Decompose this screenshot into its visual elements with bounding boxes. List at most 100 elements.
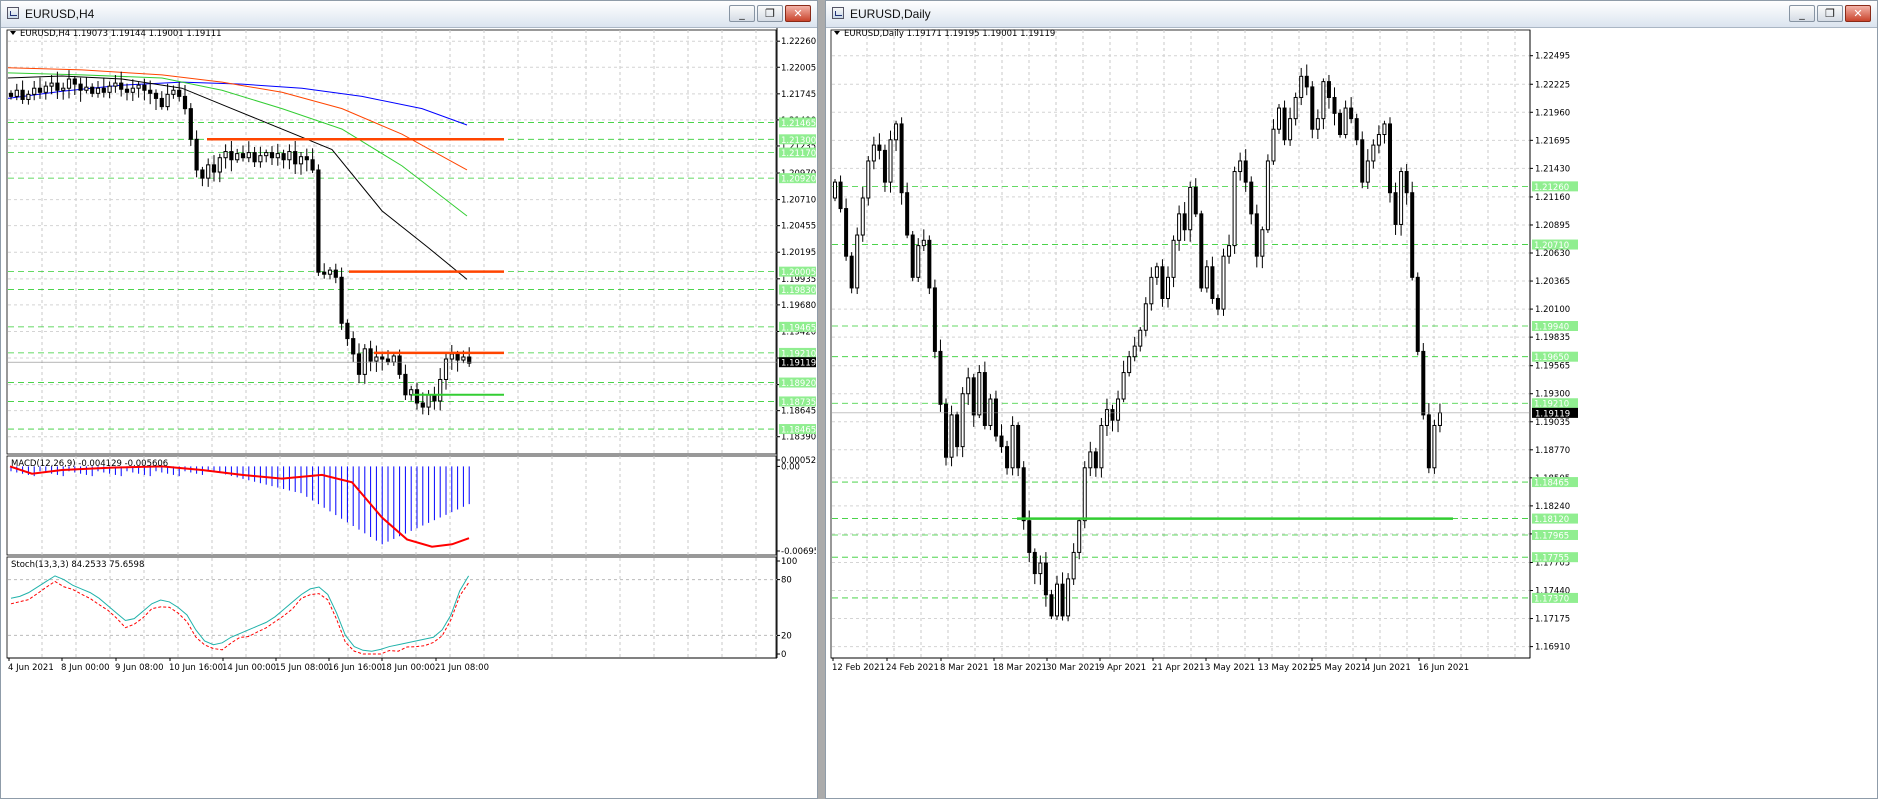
h4-candle [426, 394, 431, 408]
price-axis-label: 1.20710 [781, 196, 816, 206]
daily-candle [1227, 245, 1232, 257]
minimize-button[interactable]: _ [729, 5, 755, 22]
price-axis-label: 1.19680 [781, 301, 816, 311]
daily-candle [1010, 424, 1015, 469]
daily-candle [871, 144, 876, 162]
h4-candle [37, 87, 43, 93]
price-axis-label: 1.21430 [1535, 164, 1570, 174]
daily-candle [1182, 213, 1187, 231]
h4-candle [211, 164, 217, 173]
daily-candle [1437, 412, 1442, 426]
time-axis-label: 16 Jun 16:00 [328, 663, 382, 673]
daily-candle [1121, 372, 1126, 400]
daily-candle [1193, 186, 1198, 215]
daily-candle [1215, 298, 1220, 310]
daily-candle [921, 239, 926, 247]
close-button[interactable]: ✕ [785, 5, 811, 22]
daily-candle [1127, 356, 1132, 374]
macd-axis-label: -0.006952 [781, 547, 816, 557]
h4-candle [322, 271, 327, 275]
price-level-label: 1.20005 [781, 268, 816, 278]
minimize-button[interactable]: _ [1789, 5, 1815, 22]
time-axis-label: 12 Feb 2021 [832, 663, 885, 673]
h4-candle [95, 87, 101, 94]
right-chart-window[interactable]: EURUSD,Daily _ ❐ ✕ 1.22495 1.22225 1.21960… [825, 0, 1878, 799]
daily-candle [1238, 160, 1243, 173]
daily-candle [1055, 583, 1059, 617]
daily-candle [1315, 118, 1320, 130]
price-axis-label: 1.18240 [1535, 502, 1570, 512]
price-level-label: 1.21465 [781, 119, 816, 129]
daily-candle [1021, 467, 1026, 522]
daily-candle [1388, 123, 1392, 194]
daily-candle [1171, 239, 1176, 278]
price-axis-label: 1.21695 [1535, 136, 1570, 146]
daily-candle [1304, 75, 1309, 88]
h4-candle [380, 356, 385, 360]
h4-candle [107, 85, 112, 93]
daily-candle [1177, 213, 1182, 241]
stoch-axis-label: 100 [781, 557, 797, 567]
h4-candle [455, 353, 460, 361]
daily-candle [1088, 451, 1093, 469]
h4-candle [49, 82, 54, 87]
restore-button[interactable]: ❐ [1817, 5, 1843, 22]
price-axis-label: 1.22495 [1535, 52, 1570, 62]
h4-candle [177, 89, 182, 97]
daily-candle [1160, 266, 1165, 300]
restore-button[interactable]: ❐ [757, 5, 783, 22]
daily-chart-svg[interactable]: 1.22495 1.22225 1.21960 1.21695 1.21430 1.211… [827, 28, 1876, 798]
left-title-bar[interactable]: EURUSD,H4 _ ❐ ✕ [1, 1, 817, 28]
stoch-label: Stoch(13,3,3) 84.2533 75.6598 [11, 560, 144, 570]
right-plot-area[interactable]: 1.22495 1.22225 1.21960 1.21695 1.21430 1.211… [827, 28, 1876, 797]
daily-candle [988, 398, 993, 426]
h4-candle [275, 153, 280, 159]
daily-candle [1071, 551, 1076, 580]
price-axis-label: 1.20195 [781, 248, 816, 258]
time-axis-label: 4 Jun 2021 [8, 663, 54, 673]
h4-candle [420, 402, 425, 408]
daily-candle [949, 414, 954, 458]
h4-candle [298, 156, 304, 165]
h4-chart-svg[interactable]: 1.222601.220051.217451.214901.212351.209… [2, 28, 816, 798]
time-axis-label: 30 Mar 2021 [1046, 663, 1100, 673]
daily-candle [1016, 424, 1021, 469]
h4-candle [20, 89, 25, 100]
macd-signal-line [9, 465, 470, 548]
time-axis-label: 10 Jun 16:00 [169, 663, 223, 673]
h4-candle [26, 93, 31, 100]
h4-candle [339, 276, 344, 324]
left-chart-window[interactable]: EURUSD,H4 _ ❐ ✕ 1.22260 1.22005 1.21745 1.2… [0, 0, 818, 799]
daily-candle [849, 255, 854, 289]
h4-candle [345, 322, 350, 340]
stoch-axis-label: 80 [781, 576, 792, 586]
h4-candle [235, 153, 240, 161]
daily-candle [1243, 160, 1248, 183]
price-axis-label: 1.21960 [1535, 108, 1570, 118]
daily-candle [1082, 467, 1087, 522]
h4-candle [32, 87, 37, 95]
daily-candle [1310, 86, 1315, 130]
daily-candle [1199, 213, 1204, 289]
daily-candle [1399, 171, 1404, 225]
h4-candle [217, 157, 222, 173]
h4-candle [148, 89, 153, 94]
price-level-label: 1.21300 [781, 136, 816, 146]
price-axis-label: 1.22260 [781, 37, 816, 47]
left-plot-area[interactable]: 1.222601.220051.217451.214901.212351.209… [2, 28, 816, 797]
macd-label: MACD(12,26,9) -0.004129 -0.005606 [11, 459, 168, 469]
price-level-label: 1.18465 [1534, 479, 1569, 489]
daily-candle [1365, 160, 1370, 183]
daily-candle [1393, 192, 1398, 225]
h4-candle [403, 373, 408, 396]
h4-candle [240, 153, 246, 159]
price-level-label: 1.17370 [1534, 594, 1569, 604]
right-title-bar[interactable]: EURUSD,Daily _ ❐ ✕ [826, 1, 1877, 28]
close-button[interactable]: ✕ [1845, 5, 1871, 22]
ma-black-line [7, 75, 468, 280]
h4-candle [449, 353, 454, 360]
ma-blue-line [7, 81, 468, 126]
price-level-label: 1.18735 [781, 398, 816, 408]
daily-candle [1360, 139, 1365, 183]
price-axis-label: 1.20895 [1535, 221, 1570, 231]
